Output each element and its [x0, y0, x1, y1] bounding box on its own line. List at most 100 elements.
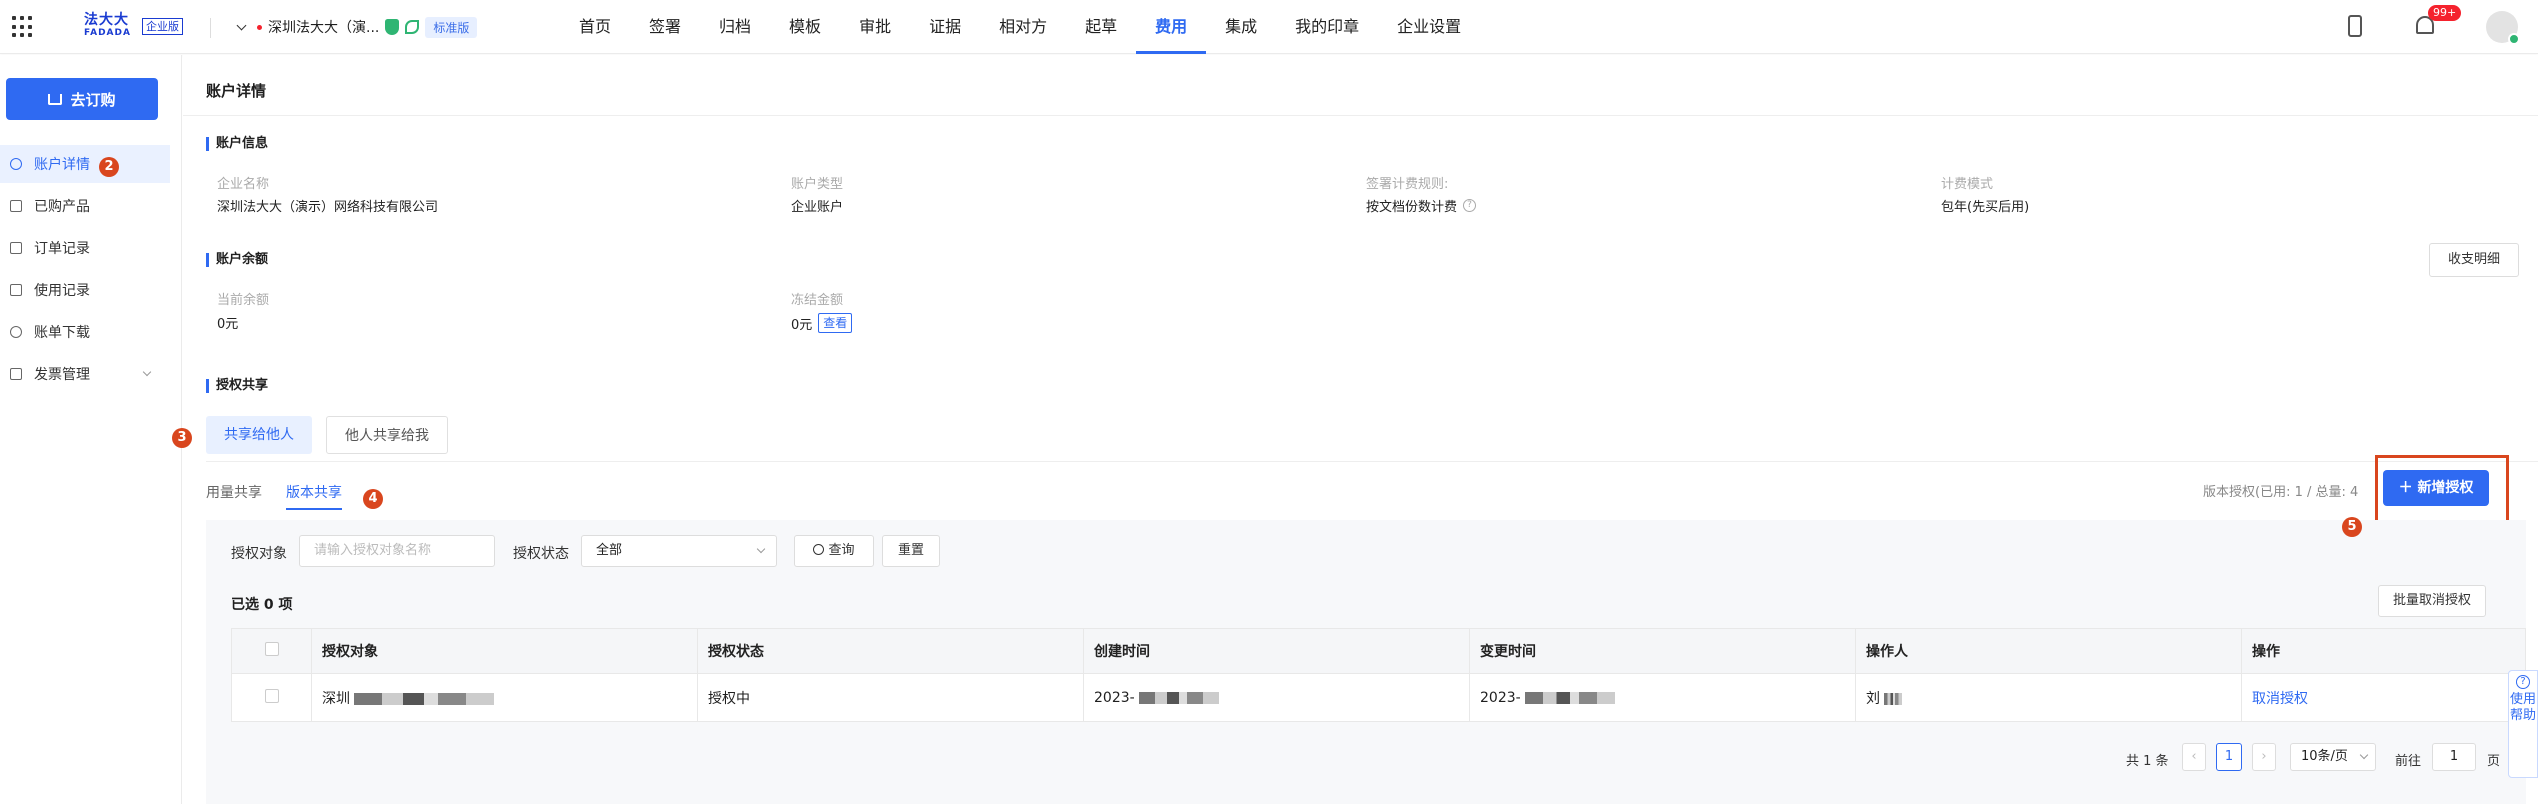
step-marker-4: 4	[363, 489, 383, 509]
section-balance: 账户余额	[206, 253, 268, 267]
column-header: 操作	[2241, 628, 2526, 674]
row-select-cell	[231, 673, 312, 722]
sidebar-item-bill-download[interactable]: 账单下载	[0, 313, 170, 351]
transaction-details-button[interactable]: 收支明细	[2429, 243, 2519, 277]
chevron-down-icon	[142, 367, 152, 377]
nav-enterprise-settings[interactable]: 企业设置	[1378, 0, 1480, 54]
nav-template[interactable]: 模板	[770, 0, 840, 54]
nav-billing[interactable]: 费用	[1136, 0, 1207, 54]
nav-integration[interactable]: 集成	[1206, 0, 1276, 54]
leaf-icon	[405, 20, 420, 34]
step-marker-2: 2	[99, 157, 119, 177]
divider	[210, 18, 211, 38]
current-balance-value: 0元	[217, 317, 239, 332]
changed-value: 2023-	[1480, 689, 1521, 706]
invoice-icon	[10, 368, 22, 380]
sidebar-item-purchased-products[interactable]: 已购产品	[0, 187, 170, 225]
company-name-value: 深圳法大大（演示）网络科技有限公司	[217, 200, 439, 215]
company-switcher[interactable]: 深圳法大大（演... 标准版	[236, 16, 478, 38]
created-cell: 2023-	[1083, 673, 1470, 722]
batch-cancel-button[interactable]: 批量取消授权	[2378, 585, 2486, 617]
page-title: 账户详情	[206, 82, 267, 100]
view-frozen-link[interactable]: 查看	[818, 313, 853, 333]
nav-approval[interactable]: 审批	[840, 0, 910, 54]
sidebar-item-usage-records[interactable]: 使用记录	[0, 271, 170, 309]
coin-icon	[10, 326, 22, 338]
page-size-value: 10条/页	[2301, 749, 2348, 764]
billing-rule-value: 按文档份数计费	[1366, 200, 1458, 215]
goto-page-input[interactable]: 1	[2432, 743, 2476, 771]
select-all-checkbox[interactable]	[264, 642, 279, 656]
status-filter-label: 授权状态	[513, 546, 569, 562]
pagination-total: 共 1 条	[2126, 754, 2169, 769]
changed-cell: 2023-	[1469, 673, 1856, 722]
cancel-authorization-link[interactable]: 取消授权	[2252, 691, 2308, 707]
sidebar-item-label: 发票管理	[34, 367, 90, 383]
user-icon	[10, 158, 22, 170]
sidebar-item-order-records[interactable]: 订单记录	[0, 229, 170, 267]
chevron-down-icon	[2359, 750, 2369, 760]
row-checkbox[interactable]	[264, 688, 279, 703]
phone-icon[interactable]	[2348, 15, 2362, 37]
nav-sign[interactable]: 签署	[630, 0, 700, 54]
share-to-others-tab[interactable]: 共享给他人	[206, 416, 312, 454]
object-filter-label: 授权对象	[231, 546, 287, 562]
app-grid-icon[interactable]	[12, 16, 34, 38]
go-order-label: 去订购	[70, 90, 116, 109]
query-button[interactable]: 查询	[794, 535, 874, 567]
tab-version-sharing[interactable]: 版本共享	[286, 482, 342, 510]
highlight-box	[2375, 455, 2509, 525]
field-label: 计费模式	[1941, 177, 1994, 192]
help-widget[interactable]: ? 使用帮助	[2508, 670, 2538, 778]
action-cell: 取消授权	[2241, 673, 2526, 722]
query-label: 查询	[828, 543, 855, 558]
nav-archive[interactable]: 归档	[700, 0, 770, 54]
object-cell: 深圳	[311, 673, 698, 722]
field-label: 账户类型	[791, 177, 844, 192]
goto-label: 前往	[2395, 754, 2422, 769]
fadada-logo[interactable]: 法大大 FADADA 企业版	[84, 12, 192, 42]
table-row: 深圳 授权中 2023- 2023- 刘 取消授权	[231, 673, 2526, 722]
select-all-header	[231, 628, 312, 674]
notification-badge: 99+	[2428, 5, 2462, 21]
page-size-select[interactable]: 10条/页	[2290, 743, 2376, 771]
main-content: 账户详情 账户信息 企业名称 深圳法大大（演示）网络科技有限公司 账户类型 企业…	[183, 55, 2538, 804]
redacted-block	[354, 692, 494, 705]
divider	[183, 115, 2538, 116]
reset-button[interactable]: 重置	[882, 535, 940, 567]
sidebar-item-label: 账单下载	[34, 325, 90, 341]
object-search-input[interactable]: 请输入授权对象名称	[299, 535, 495, 567]
column-header: 授权状态	[697, 628, 1084, 674]
billing-rule: 按文档份数计费 ?	[1366, 196, 1477, 215]
next-page-button[interactable]: ›	[2252, 743, 2276, 771]
document-icon	[10, 242, 22, 254]
shared-with-me-tab[interactable]: 他人共享给我	[326, 416, 448, 454]
page-1-button[interactable]: 1	[2216, 743, 2242, 771]
search-icon	[813, 544, 825, 555]
sidebar-item-invoice-management[interactable]: 发票管理	[0, 355, 170, 393]
help-label: 使用帮助	[2509, 692, 2536, 723]
version-quota-text: 版本授权(已用: 1 / 总量: 4	[2203, 485, 2359, 500]
edition-badge: 企业版	[142, 18, 183, 35]
help-circle-icon[interactable]: ?	[1463, 199, 1477, 212]
field-label: 签署计费规则:	[1366, 177, 1449, 192]
sidebar-item-account-details[interactable]: 账户详情	[0, 145, 170, 183]
status-select[interactable]: 全部	[581, 535, 777, 567]
redacted-block	[1138, 691, 1219, 704]
divider	[206, 461, 2538, 462]
nav-evidence[interactable]: 证据	[910, 0, 980, 54]
nav-draft[interactable]: 起草	[1066, 0, 1136, 54]
prev-page-button[interactable]: ‹	[2182, 743, 2206, 771]
nav-counterparty[interactable]: 相对方	[980, 0, 1066, 54]
status-dot	[257, 24, 262, 30]
nav-my-seal[interactable]: 我的印章	[1276, 0, 1378, 54]
nav-home[interactable]: 首页	[560, 0, 630, 54]
step-marker-3: 3	[172, 428, 192, 448]
tab-usage-sharing[interactable]: 用量共享	[206, 482, 262, 502]
column-header: 授权对象	[311, 628, 698, 674]
go-order-button[interactable]: 去订购	[6, 78, 158, 120]
page-suffix: 页	[2487, 754, 2501, 769]
column-header: 变更时间	[1469, 628, 1856, 674]
company-name: 深圳法大大（演...	[268, 20, 380, 36]
avatar[interactable]	[2486, 11, 2520, 45]
